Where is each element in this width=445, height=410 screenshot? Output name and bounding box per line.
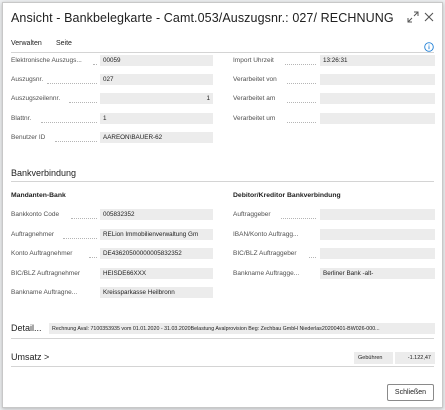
field-label-bankname-auftragnehmer: Bankname Auftragne... xyxy=(11,289,78,296)
field-label-verarbeitet-um: Verarbeitet um xyxy=(233,115,276,122)
field-value-bankname-auftragnehmer[interactable]: Kreissparkasse Heilbronn xyxy=(100,287,213,298)
field-label-bankkonto-code: Bankkonto Code xyxy=(11,211,60,218)
field-value-blattnr[interactable]: 1 xyxy=(100,113,213,124)
field-value-benutzer-id[interactable]: AAREON\BAUER-62 xyxy=(100,132,213,143)
dot-leader xyxy=(41,122,97,123)
field-label-auszugsnr: Auszugsnr. xyxy=(11,76,44,83)
dot-leader xyxy=(71,218,97,219)
field-value-bankname-auftraggeber[interactable]: Berliner Bank -alt- xyxy=(320,268,435,279)
bank-statement-card-dialog: Ansicht - Bankbelegkarte - Camt.053/Ausz… xyxy=(2,2,443,408)
action-bar: Verwalten Seite xyxy=(3,37,442,53)
dot-leader xyxy=(93,64,97,65)
divider xyxy=(11,181,434,182)
dot-leader xyxy=(55,141,97,142)
field-label-elektronische-auszugs: Elektronische Auszugs... xyxy=(11,57,82,64)
field-label-bankname-auftraggeber: Bankname Auftragge... xyxy=(233,270,300,277)
field-value-bic-auftraggeber[interactable] xyxy=(320,248,435,259)
field-value-auszugszeilennr[interactable]: 1 xyxy=(100,93,213,104)
dot-leader xyxy=(287,122,316,123)
dot-leader xyxy=(309,257,316,258)
dot-leader xyxy=(287,102,316,103)
section-title-bankverbindung[interactable]: Bankverbindung xyxy=(11,168,76,178)
field-label-verarbeitet-von: Verarbeitet von xyxy=(233,76,277,83)
field-label-verarbeitet-am: Verarbeitet am xyxy=(233,95,276,102)
field-value-konto-auftragnehmer[interactable]: DE43620500000005832352 xyxy=(100,248,213,259)
field-value-bankkonto-code[interactable]: 005832352 xyxy=(100,209,213,220)
dot-leader xyxy=(281,218,316,219)
action-verwalten[interactable]: Verwalten xyxy=(11,40,42,47)
expand-icon[interactable] xyxy=(407,11,420,24)
field-label-auftraggeber: Auftraggeber xyxy=(233,211,271,218)
field-value-verarbeitet-am[interactable] xyxy=(320,93,435,104)
field-label-bic-auftragnehmer: BIC/BLZ Auftragnehmer xyxy=(11,270,81,277)
field-label-bic-auftraggeber: BIC/BLZ Auftraggeber xyxy=(233,250,297,257)
action-seite[interactable]: Seite xyxy=(56,40,72,47)
field-label-konto-auftragnehmer: Konto Auftragnehmer xyxy=(11,250,73,257)
field-label-benutzer-id: Benutzer ID xyxy=(11,134,46,141)
field-value-verarbeitet-von[interactable] xyxy=(320,74,435,85)
dot-leader xyxy=(285,64,316,65)
chevron-right-icon: > xyxy=(44,352,50,362)
divider xyxy=(11,366,434,367)
field-label-blattnr: Blattnr. xyxy=(11,115,32,122)
section-title-detail[interactable]: Detail... xyxy=(11,323,42,333)
field-label-iban-auftraggeber: IBAN/Konto Auftragg... xyxy=(233,231,299,238)
divider xyxy=(11,52,434,53)
detail-text: Rechnung Aval: 7100353935 vom 01.01.2020… xyxy=(49,323,435,334)
field-value-auszugsnr[interactable]: 027 xyxy=(100,74,213,85)
field-value-bic-auftragnehmer[interactable]: HEISDE66XXX xyxy=(100,268,213,279)
field-value-auftraggeber[interactable] xyxy=(320,209,435,220)
field-label-auftragnehmer: Auftragnehmer xyxy=(11,231,54,238)
close-icon[interactable] xyxy=(423,11,436,24)
dot-leader xyxy=(47,83,97,84)
dot-leader xyxy=(69,102,97,103)
group-title-mandanten-bank: Mandanten-Bank xyxy=(11,192,66,199)
close-button[interactable]: Schließen xyxy=(387,384,434,401)
umsatz-label: Umsatz xyxy=(11,352,42,362)
field-label-auszugszeilennr: Auszugszeilennr. xyxy=(11,95,61,102)
field-value-iban-auftraggeber[interactable] xyxy=(320,229,435,240)
field-value-elektronische-auszugs[interactable]: 00059 xyxy=(100,55,213,66)
umsatz-amount: -1.122,47 xyxy=(395,352,435,364)
field-value-auftragnehmer[interactable]: RELion Immobilienverwaltung Gm xyxy=(100,229,213,240)
group-title-debitor-kreditor: Debitor/Kreditor Bankverbindung xyxy=(233,192,341,199)
dot-leader xyxy=(287,83,316,84)
title-bar: Ansicht - Bankbelegkarte - Camt.053/Ausz… xyxy=(3,3,442,33)
dialog-title: Ansicht - Bankbelegkarte - Camt.053/Ausz… xyxy=(11,11,394,25)
field-value-import-uhrzeit[interactable]: 13:26:31 xyxy=(320,55,435,66)
section-title-umsatz[interactable]: Umsatz > xyxy=(11,352,49,362)
field-value-verarbeitet-um[interactable] xyxy=(320,113,435,124)
field-label-import-uhrzeit: Import Uhrzeit xyxy=(233,57,274,64)
umsatz-type-badge: Gebühren xyxy=(354,352,393,364)
info-icon[interactable] xyxy=(424,39,434,52)
dot-leader xyxy=(89,257,97,258)
dot-leader xyxy=(63,238,97,239)
divider xyxy=(11,338,434,339)
